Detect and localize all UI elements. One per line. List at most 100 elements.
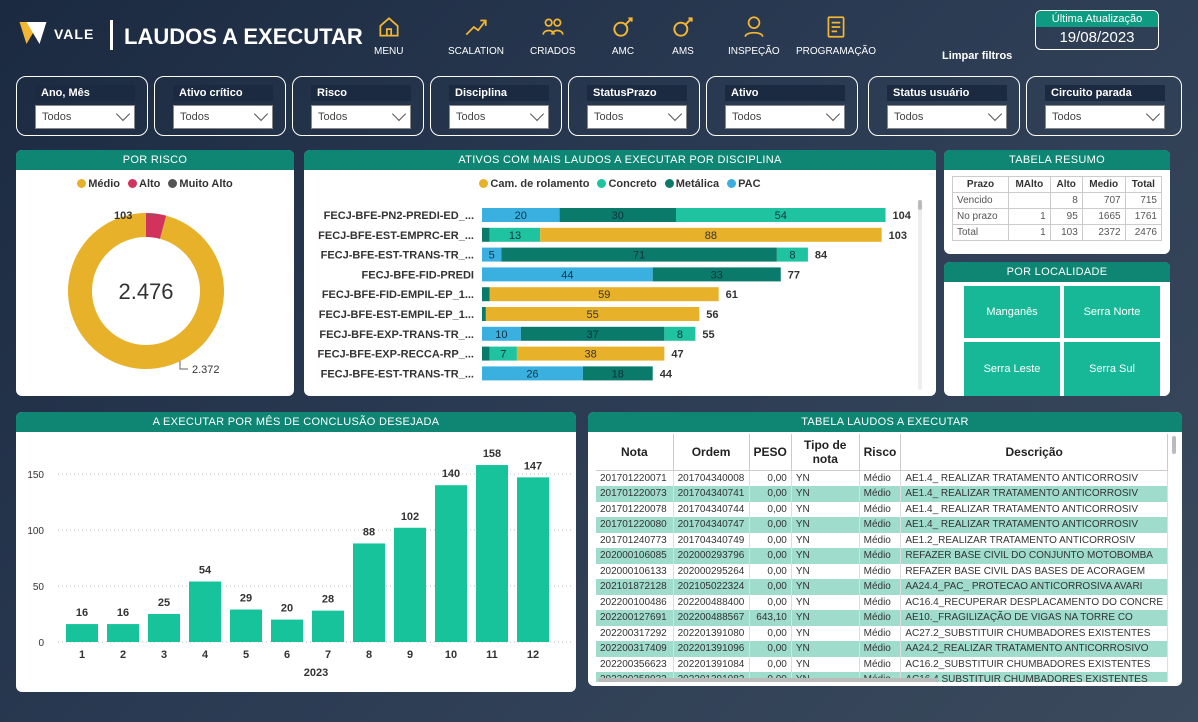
bar-segment-label: 71 <box>633 250 645 262</box>
filter-risco-select[interactable]: Todos <box>311 105 411 129</box>
column-header[interactable]: Medio <box>1081 176 1126 193</box>
bar-total-label: 44 <box>660 368 673 380</box>
bar <box>230 609 262 642</box>
table-cell: No prazo <box>951 208 1010 225</box>
chevron-down-icon <box>667 106 683 122</box>
location-serra-sul-button[interactable]: Serra Sul <box>1064 342 1160 396</box>
column-header[interactable]: Total <box>1124 176 1163 193</box>
table-row[interactable]: 202000106133 202000295264 0,00 YN Médio REFAZ… <box>596 563 1168 579</box>
filter-status-prazo-select[interactable]: Todos <box>587 105 687 129</box>
table-cell: YN <box>791 501 860 517</box>
column-header[interactable]: Ordem <box>673 434 750 471</box>
table-cell: 0,00 <box>749 625 792 641</box>
bar-segment-label: 18 <box>612 368 624 380</box>
table-row: Total 1 103 2372 2476 <box>951 224 1163 241</box>
nav-label: AMC <box>611 46 635 57</box>
filter-disciplina-select[interactable]: Todos <box>449 105 549 129</box>
monthly-bar-chart: 0501001501611622535442952062878881029140… <box>27 448 571 679</box>
filter-value: Todos <box>732 111 762 123</box>
clear-filters-button[interactable]: Limpar filtros <box>942 50 1012 62</box>
horizontal-scrollbar[interactable] <box>598 678 938 682</box>
x-tick-label: 1 <box>79 649 85 661</box>
chevron-down-icon <box>825 106 841 122</box>
location-serra-norte-button[interactable]: Serra Norte <box>1064 286 1160 338</box>
nav-inspecao-button[interactable]: INSPEÇÃO <box>728 14 780 57</box>
filter-label: Disciplina <box>449 85 549 101</box>
location-serra-leste-button[interactable]: Serra Leste <box>964 342 1060 396</box>
table-cell: 201701220073 <box>596 486 674 502</box>
bar <box>271 619 303 642</box>
table-cell: 202105022324 <box>673 579 750 595</box>
filter-circuito-parada-select[interactable]: Todos <box>1045 105 1165 129</box>
filter-ativo-select[interactable]: Todos <box>725 105 845 129</box>
table-row[interactable]: 202101872128 202105022324 0,00 YN Médio AA24.… <box>596 579 1168 595</box>
table-row[interactable]: 202200356623 202201391084 0,00 YN Médio AC16.… <box>596 656 1168 672</box>
table-row[interactable]: 201701240773 201704340749 0,00 YN Médio AE1.2… <box>596 532 1168 548</box>
nav-scalation-button[interactable]: SCALATION <box>448 14 504 57</box>
table-cell: 643,10 <box>749 610 792 626</box>
donut-leader-line <box>179 361 188 370</box>
table-header-row: Nota Ordem PESO Tipo de nota Risco Descr… <box>596 434 1168 471</box>
scrollbar-track <box>918 200 922 390</box>
table-row[interactable]: 202000106085 202000293796 0,00 YN Médio REFAZ… <box>596 548 1168 564</box>
table-row[interactable]: 202200100486 202200488400 0,00 YN Médio AC16.… <box>596 594 1168 610</box>
category-label: FECJ-BFE-FID-EMPIL-EP_1... <box>322 289 474 301</box>
table-row[interactable]: 201701220080 201704340747 0,00 YN Médio AE1.4… <box>596 517 1168 533</box>
table-cell: 201704340744 <box>673 501 750 517</box>
table-cell: 201704340747 <box>673 517 750 533</box>
filter-ativo-critico-select[interactable]: Todos <box>173 105 273 129</box>
filter-value: Todos <box>1052 111 1082 123</box>
table-row[interactable]: 201701220073 201704340741 0,00 YN Médio AE1.4… <box>596 486 1168 502</box>
vertical-scrollbar[interactable] <box>1172 436 1176 454</box>
column-header[interactable]: MAlto <box>1008 176 1051 193</box>
column-header[interactable]: Prazo <box>951 176 1010 193</box>
table-cell: 103 <box>1049 224 1083 241</box>
logo-text: VALE <box>54 26 95 42</box>
table-row[interactable]: 202200127691 202200488567 643,10 YN Médio AE1… <box>596 610 1168 626</box>
bar-segment-label: 20 <box>515 210 527 222</box>
donut-label-alto: 103 <box>114 210 132 222</box>
nav-programacao-button[interactable]: PROGRAMAÇÃO <box>796 14 876 57</box>
filter-ano-mes-select[interactable]: Todos <box>35 105 135 129</box>
nav-menu-button[interactable]: MENU <box>374 14 403 57</box>
column-header[interactable]: Risco <box>859 434 902 471</box>
x-tick-label: 3 <box>161 649 167 661</box>
monthly-bar-card: A EXECUTAR POR MÊS DE CONCLUSÃO DESEJADA… <box>16 412 576 692</box>
filter-label: Ativo <box>725 85 845 101</box>
table-cell: 2372 <box>1081 224 1126 241</box>
filter-value: Todos <box>594 111 624 123</box>
x-tick-label: 6 <box>284 649 290 661</box>
bar-segment-label: 55 <box>586 309 598 321</box>
table-cell: YN <box>791 641 860 657</box>
table-cell: 1761 <box>1124 208 1163 225</box>
table-cell: 715 <box>1124 192 1163 209</box>
column-header[interactable]: Alto <box>1049 176 1083 193</box>
nav-ams-button[interactable]: AMS <box>670 14 696 57</box>
card-title: POR LOCALIDADE <box>944 262 1170 282</box>
y-tick-label: 0 <box>38 638 44 649</box>
table-cell: 202000295264 <box>673 563 750 579</box>
table-row[interactable]: 202200317409 202201391096 0,00 YN Médio AA24.… <box>596 641 1168 657</box>
table-cell: Médio <box>859 610 902 626</box>
table-row[interactable]: 201701220078 201704340744 0,00 YN Médio AE1.4… <box>596 501 1168 517</box>
bar-total-label: 55 <box>702 329 714 341</box>
table-row[interactable]: 201701220071 201704340008 0,00 YN Médio AE1.4… <box>596 470 1168 486</box>
table-cell: 8 <box>1049 192 1083 209</box>
nav-criados-button[interactable]: CRIADOS <box>530 14 576 57</box>
table-cell: 202200317409 <box>596 641 674 657</box>
table-cell: 202200488400 <box>673 594 750 610</box>
nav-amc-button[interactable]: AMC <box>610 14 636 57</box>
location-manganes-button[interactable]: Manganês <box>964 286 1060 338</box>
risk-donut-card: POR RISCO Médio Alto Muito Alto 2.476 103… <box>16 150 294 396</box>
filter-status-usuario-select[interactable]: Todos <box>887 105 1007 129</box>
table-row[interactable]: 202200317292 202201391080 0,00 YN Médio AC27.… <box>596 625 1168 641</box>
column-header[interactable]: PESO <box>749 434 792 471</box>
nav-label: AMS <box>672 46 694 57</box>
bar-segment <box>482 287 490 302</box>
column-header[interactable]: Descrição <box>900 434 1168 471</box>
bar-segment-label: 88 <box>705 230 717 242</box>
category-label: FECJ-BFE-EXP-RECCA-RP_... <box>318 349 474 361</box>
column-header[interactable]: Nota <box>596 434 674 471</box>
y-tick-label: 100 <box>27 526 44 537</box>
column-header[interactable]: Tipo de nota <box>791 434 860 471</box>
